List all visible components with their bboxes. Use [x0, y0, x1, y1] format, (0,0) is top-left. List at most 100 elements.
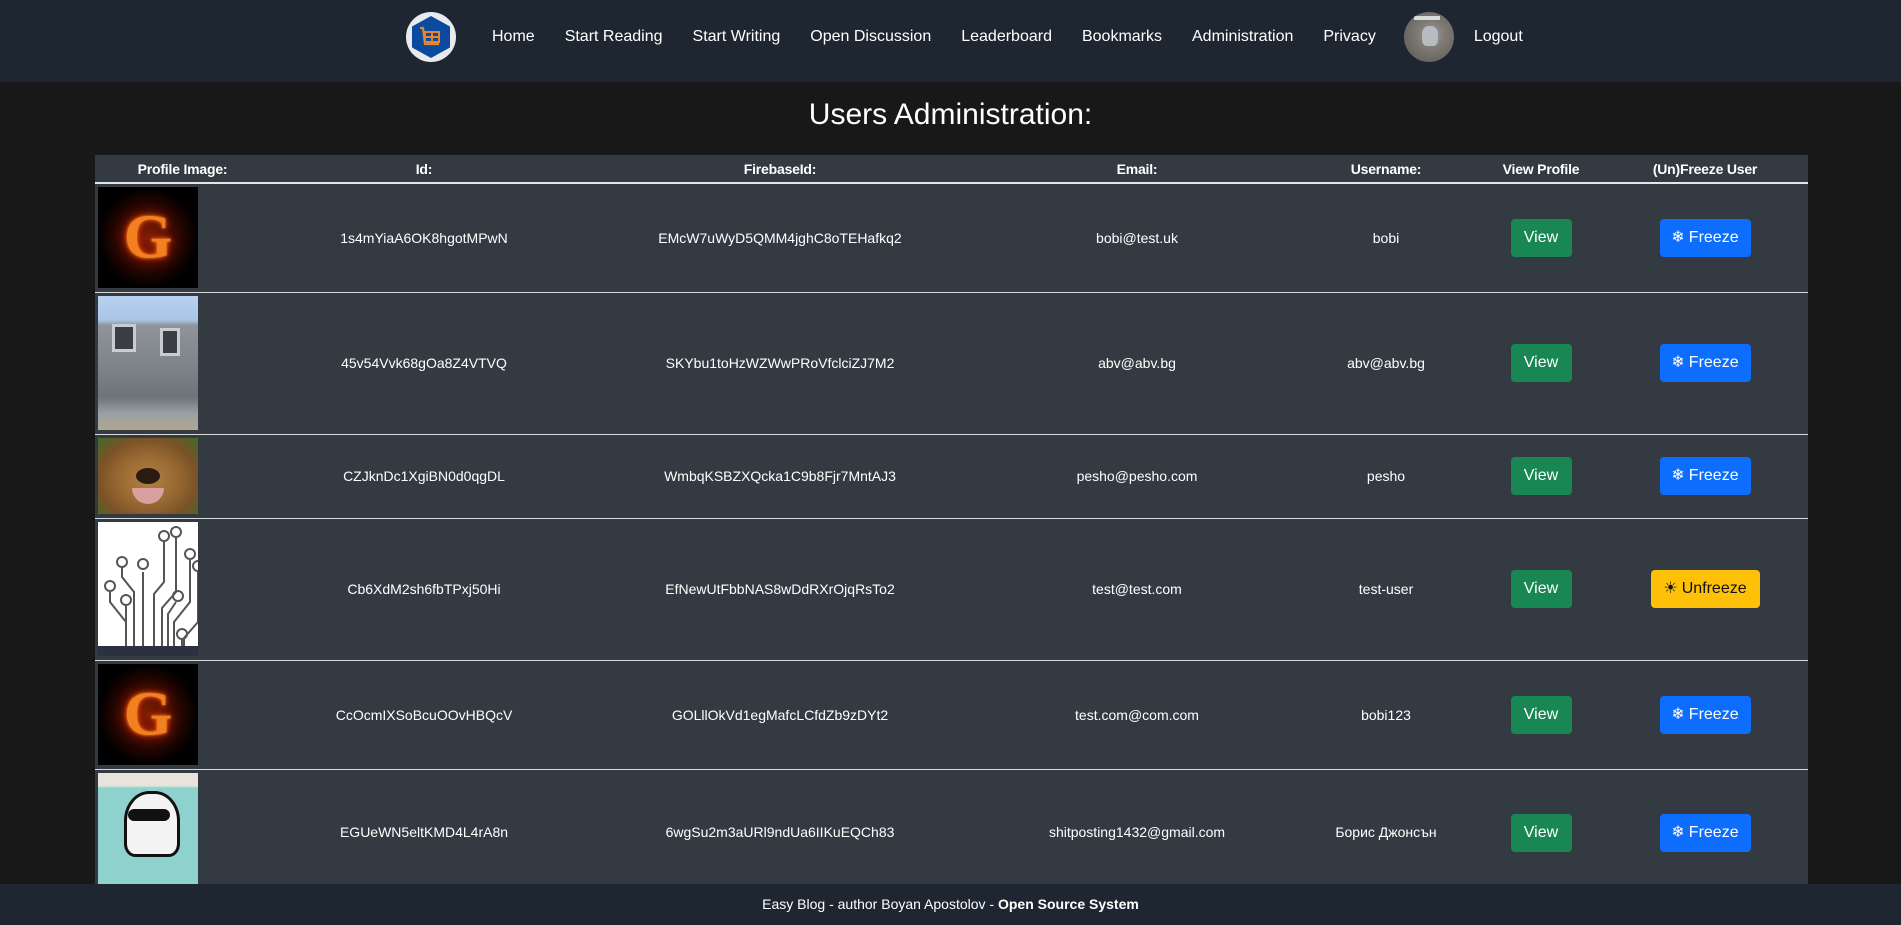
user-username: pesho: [1292, 434, 1480, 519]
unfreeze-button[interactable]: ☀ Unfreeze: [1650, 570, 1760, 608]
profile-image-cell: G: [95, 660, 270, 770]
nav-link-start-reading[interactable]: Start Reading: [565, 28, 663, 46]
freeze-cell: ❄ Freeze: [1602, 434, 1808, 519]
navbar: Home Start Reading Start Writing Open Di…: [0, 0, 1901, 82]
nav-inner: Home Start Reading Start Writing Open Di…: [406, 12, 1523, 62]
circuit-art: [98, 526, 198, 656]
profile-image-cell: [95, 518, 270, 661]
user-id: EGUeWN5eltKMD4L4rA8n: [270, 769, 578, 884]
user-username: Борис Джонсън: [1292, 769, 1480, 884]
fire-g-glyph: G: [123, 203, 173, 272]
nav-link-start-writing[interactable]: Start Writing: [693, 28, 781, 46]
profile-image-cell: [95, 769, 270, 884]
user-email: bobi@test.uk: [982, 183, 1292, 293]
basket-icon: [420, 26, 440, 46]
nav-link-administration[interactable]: Administration: [1192, 28, 1293, 46]
user-email: pesho@pesho.com: [982, 434, 1292, 519]
user-username: bobi: [1292, 183, 1480, 293]
freeze-button[interactable]: ❄ Freeze: [1659, 344, 1751, 382]
nav-link-open-discussion[interactable]: Open Discussion: [810, 28, 931, 46]
user-firebase-id: EMcW7uWyD5QMM4jghC8oTEHafkq2: [578, 183, 982, 293]
user-username: bobi123: [1292, 660, 1480, 770]
view-cell: View: [1480, 769, 1602, 884]
table-row: Cb6XdM2sh6fbTPxj50Hi EfNewUtFbbNAS8wDdRX…: [95, 518, 1808, 661]
avatar[interactable]: [1403, 12, 1454, 62]
users-table: Profile Image: Id: FirebaseId: Email: Us…: [95, 155, 1808, 884]
user-firebase-id: GOLllOkVd1egMafcLCfdZb9zDYt2: [578, 660, 982, 770]
user-username: test-user: [1292, 518, 1480, 661]
profile-image: [98, 522, 198, 656]
freeze-cell: ❄ Freeze: [1602, 660, 1808, 770]
logout-link[interactable]: Logout: [1474, 28, 1523, 46]
user-username: abv@abv.bg: [1292, 292, 1480, 435]
user-email: shitposting1432@gmail.com: [982, 769, 1292, 884]
user-id: 1s4mYiaA6OK8hgotMPwN: [270, 183, 578, 293]
user-email: test.com@com.com: [982, 660, 1292, 770]
table-row: 45v54Vvk68gOa8Z4VTVQ SKYbu1toHzWZWwPRoVf…: [95, 292, 1808, 435]
view-cell: View: [1480, 434, 1602, 519]
nav-link-bookmarks[interactable]: Bookmarks: [1082, 28, 1162, 46]
freeze-label: Freeze: [1688, 467, 1739, 484]
open-source-link[interactable]: Open Source System: [998, 896, 1139, 912]
view-profile-button[interactable]: View: [1510, 457, 1572, 495]
user-firebase-id: WmbqKSBZXQcka1C9b8Fjr7MntAJ3: [578, 434, 982, 519]
freeze-button[interactable]: ❄ Freeze: [1659, 218, 1751, 257]
view-cell: View: [1480, 518, 1602, 661]
user-firebase-id: SKYbu1toHzWZWwPRoVfclciZJ7M2: [578, 292, 982, 435]
fire-g-glyph: G: [123, 680, 173, 748]
snowflake-icon: ❄: [1671, 823, 1685, 841]
user-firebase-id: 6wgSu2m3aURl9ndUa6IIKuEQCh83: [578, 769, 982, 884]
nav-link-home[interactable]: Home: [492, 28, 535, 46]
header-username: Username:: [1292, 155, 1480, 184]
user-email: abv@abv.bg: [982, 292, 1292, 435]
snowflake-icon: ❄: [1671, 467, 1685, 484]
profile-image: [98, 438, 198, 514]
logo-icon[interactable]: [406, 12, 456, 62]
freeze-label: Freeze: [1688, 823, 1739, 841]
view-cell: View: [1480, 292, 1602, 435]
nav-link-privacy[interactable]: Privacy: [1323, 28, 1375, 46]
user-email: test@test.com: [982, 518, 1292, 661]
table-row: CZJknDc1XgiBN0d0qgDL WmbqKSBZXQcka1C9b8F…: [95, 434, 1808, 519]
sun-icon: ☀: [1663, 580, 1678, 597]
profile-image-cell: G: [95, 183, 270, 293]
profile-image: G: [98, 187, 198, 289]
user-firebase-id: EfNewUtFbbNAS8wDdRXrOjqRsTo2: [578, 518, 982, 661]
user-id: 45v54Vvk68gOa8Z4VTVQ: [270, 292, 578, 435]
users-table-container: Profile Image: Id: FirebaseId: Email: Us…: [95, 155, 1808, 884]
header-email: Email:: [982, 155, 1292, 184]
freeze-label: Freeze: [1688, 228, 1739, 246]
freeze-button[interactable]: ❄ Freeze: [1659, 695, 1751, 734]
freeze-button[interactable]: ❄ Freeze: [1659, 457, 1751, 495]
nav-link-leaderboard[interactable]: Leaderboard: [961, 28, 1052, 46]
view-profile-button[interactable]: View: [1510, 813, 1572, 852]
header-id: Id:: [270, 155, 578, 184]
footer-text: Easy Blog - author Boyan Apostolov -: [762, 896, 998, 912]
freeze-cell: ❄ Freeze: [1602, 183, 1808, 293]
view-profile-button[interactable]: View: [1510, 218, 1572, 257]
profile-image-cell: [95, 434, 270, 519]
footer: Easy Blog - author Boyan Apostolov - Ope…: [0, 884, 1901, 925]
table-row: G 1s4mYiaA6OK8hgotMPwN EMcW7uWyD5QMM4jgh…: [95, 183, 1808, 293]
unfreeze-label: Unfreeze: [1681, 580, 1747, 597]
header-profile-image: Profile Image:: [95, 155, 270, 184]
view-cell: View: [1480, 660, 1602, 770]
view-profile-button[interactable]: View: [1510, 695, 1572, 734]
profile-image: [98, 296, 198, 430]
freeze-button[interactable]: ❄ Freeze: [1659, 813, 1751, 852]
profile-image: G: [98, 664, 198, 765]
freeze-cell: ❄ Freeze: [1602, 292, 1808, 435]
logo-hexagon: [412, 16, 450, 58]
profile-image: [98, 772, 198, 884]
table-row: G CcOcmIXSoBcuOOvHBQcV GOLllOkVd1egMafcL…: [95, 660, 1808, 770]
snowflake-icon: ❄: [1671, 228, 1685, 246]
user-id: Cb6XdM2sh6fbTPxj50Hi: [270, 518, 578, 661]
freeze-label: Freeze: [1688, 354, 1739, 371]
table-header: Profile Image: Id: FirebaseId: Email: Us…: [95, 155, 1808, 184]
header-firebase-id: FirebaseId:: [578, 155, 982, 184]
header-view-profile: View Profile: [1480, 155, 1602, 184]
freeze-cell: ☀ Unfreeze: [1602, 518, 1808, 661]
view-profile-button[interactable]: View: [1510, 344, 1572, 382]
view-profile-button[interactable]: View: [1510, 570, 1572, 608]
user-id: CcOcmIXSoBcuOOvHBQcV: [270, 660, 578, 770]
